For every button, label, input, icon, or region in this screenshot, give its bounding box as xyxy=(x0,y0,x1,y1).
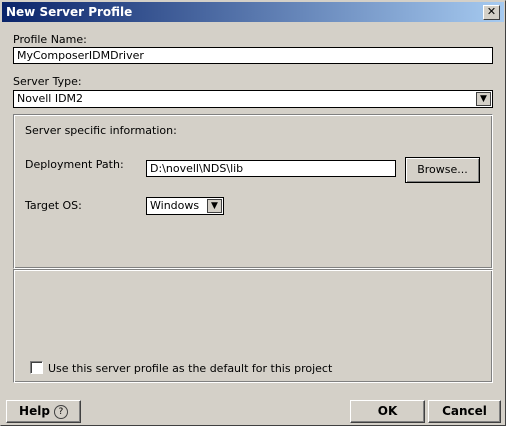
target-os-select[interactable]: Windows ▼ xyxy=(146,197,224,215)
server-info-panel xyxy=(13,114,493,269)
ok-button[interactable]: OK xyxy=(350,400,425,423)
help-button[interactable]: Help? xyxy=(6,400,81,423)
browse-button[interactable]: Browse... xyxy=(405,157,480,183)
chevron-down-icon[interactable]: ▼ xyxy=(207,199,222,213)
server-type-value: Novell IDM2 xyxy=(17,92,84,105)
server-type-label: Server Type: xyxy=(13,75,82,88)
help-button-label: Help xyxy=(19,404,50,418)
default-profile-label[interactable]: Use this server profile as the default f… xyxy=(48,362,332,375)
profile-name-input[interactable]: MyComposerIDMDriver xyxy=(13,47,493,64)
help-icon: ? xyxy=(53,404,68,419)
close-button[interactable]: ✕ xyxy=(483,5,500,20)
close-icon: ✕ xyxy=(486,5,497,18)
profile-name-label: Profile Name: xyxy=(13,33,87,46)
dialog-window: New Server Profile ✕ Profile Name: MyCom… xyxy=(0,0,506,426)
target-os-value: Windows xyxy=(150,199,200,212)
target-os-label: Target OS: xyxy=(25,199,82,212)
deployment-path-label: Deployment Path: xyxy=(25,158,124,171)
cancel-button[interactable]: Cancel xyxy=(428,400,501,423)
deployment-path-input[interactable]: D:\novell\NDS\lib xyxy=(146,160,396,177)
server-type-select[interactable]: Novell IDM2 ▼ xyxy=(13,90,493,108)
chevron-down-icon[interactable]: ▼ xyxy=(476,92,491,106)
server-info-heading: Server specific information: xyxy=(25,124,177,137)
window-title: New Server Profile xyxy=(6,5,133,19)
default-profile-checkbox[interactable] xyxy=(30,361,43,374)
title-bar[interactable]: New Server Profile ✕ xyxy=(2,2,504,22)
